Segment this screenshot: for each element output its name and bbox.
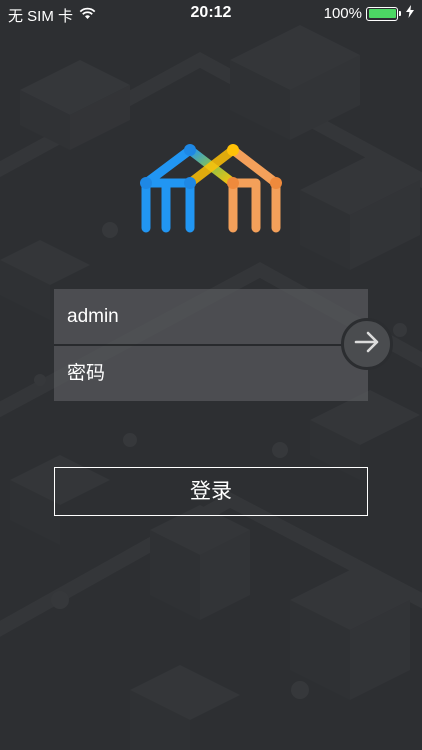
username-input[interactable] (54, 289, 334, 344)
status-right-group: 100% (324, 5, 414, 22)
password-input[interactable] (54, 346, 334, 401)
login-form (54, 289, 368, 401)
password-field-container (54, 346, 368, 401)
login-button[interactable]: 登录 (54, 467, 368, 516)
battery-icon (366, 6, 401, 21)
house-logo-icon (140, 144, 282, 233)
charging-bolt-icon (406, 5, 414, 22)
status-bar: 无 SIM 卡 20:12 100% (0, 0, 422, 28)
arrow-right-icon (354, 331, 380, 358)
battery-fill (368, 9, 396, 18)
username-field-container (54, 289, 368, 344)
battery-percent: 100% (323, 5, 362, 22)
submit-arrow-button[interactable] (341, 318, 393, 370)
